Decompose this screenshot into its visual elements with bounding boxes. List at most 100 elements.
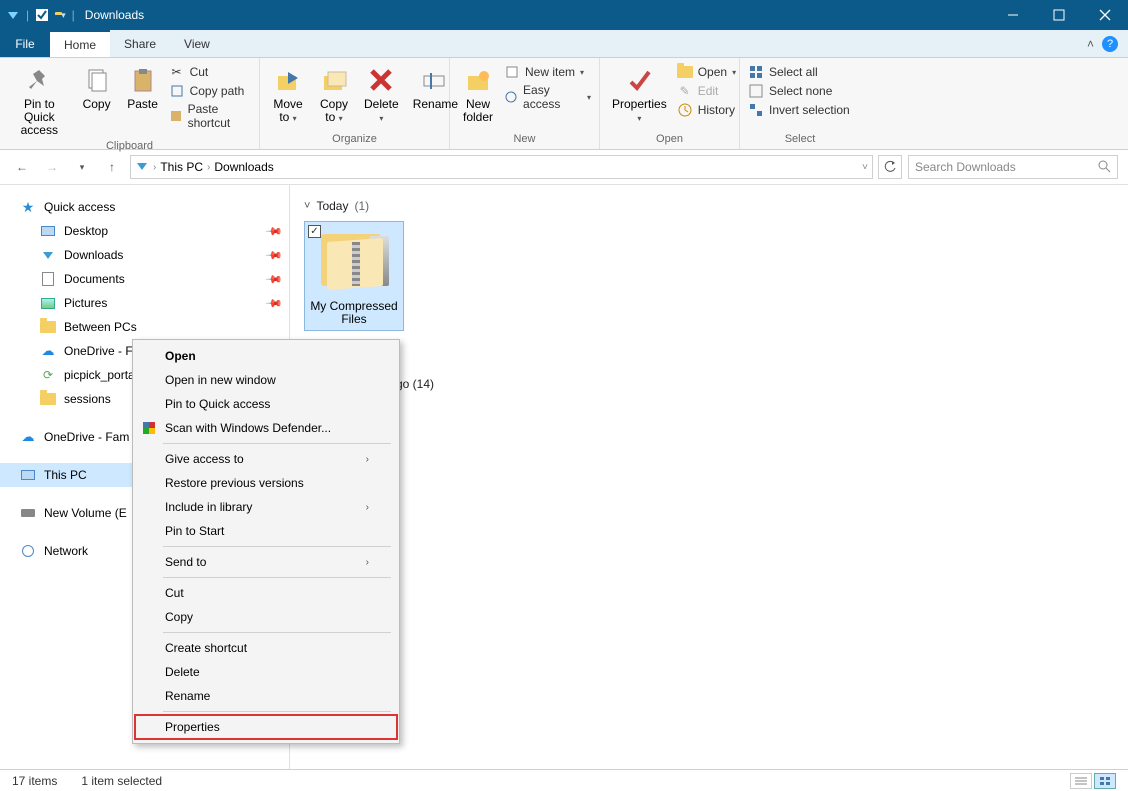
ctx-copy[interactable]: Copy: [135, 605, 397, 629]
ctx-pin-quick-access[interactable]: Pin to Quick access: [135, 392, 397, 416]
pin-to-quick-access-button[interactable]: Pin to Quick access: [8, 62, 71, 140]
group-select-label: Select: [748, 133, 852, 147]
cut-button[interactable]: ✂Cut: [169, 64, 251, 80]
folder-icon: [40, 391, 56, 407]
maximize-button[interactable]: [1036, 0, 1082, 30]
ctx-include-library[interactable]: Include in library›: [135, 495, 397, 519]
tab-view[interactable]: View: [170, 30, 224, 57]
down-arrow-icon: [135, 159, 149, 176]
ctx-restore-versions[interactable]: Restore previous versions: [135, 471, 397, 495]
search-placeholder: Search Downloads: [915, 160, 1016, 174]
recent-dropdown[interactable]: ▾: [70, 155, 94, 179]
invert-selection-button[interactable]: Invert selection: [748, 102, 850, 118]
view-large-icons-button[interactable]: [1094, 773, 1116, 789]
copy-button[interactable]: Copy: [77, 62, 117, 113]
nav-between-pcs[interactable]: Between PCs: [0, 315, 289, 339]
document-icon: [40, 271, 56, 287]
pin-icon: 📌: [265, 270, 284, 289]
monitor-icon: [40, 223, 56, 239]
ctx-give-access[interactable]: Give access to›: [135, 447, 397, 471]
ctx-separator: [163, 443, 391, 444]
ctx-rename[interactable]: Rename: [135, 684, 397, 708]
view-details-button[interactable]: [1070, 773, 1092, 789]
search-input[interactable]: Search Downloads: [908, 155, 1118, 179]
properties-button[interactable]: Properties ▾: [608, 62, 671, 126]
file-menu[interactable]: File: [0, 30, 50, 57]
ctx-separator: [163, 632, 391, 633]
group-earlier-header[interactable]: . go (14): [304, 377, 1114, 391]
cloud-icon: ☁: [20, 429, 36, 445]
close-button[interactable]: [1082, 0, 1128, 30]
tab-home[interactable]: Home: [50, 30, 110, 57]
chevron-right-icon: ›: [366, 502, 369, 513]
ctx-separator: [163, 577, 391, 578]
context-menu: Open Open in new window Pin to Quick acc…: [132, 339, 400, 744]
status-items: 17 items: [12, 774, 57, 788]
chevron-down-icon[interactable]: ˅: [862, 162, 868, 173]
ctx-open-new-window[interactable]: Open in new window: [135, 368, 397, 392]
back-button[interactable]: ←: [10, 155, 34, 179]
ctx-create-shortcut[interactable]: Create shortcut: [135, 636, 397, 660]
new-item-button[interactable]: New item ▾: [504, 64, 591, 80]
network-icon: [20, 543, 36, 559]
ctx-pin-start[interactable]: Pin to Start: [135, 519, 397, 543]
nav-quick-access[interactable]: ★Quick access: [0, 195, 289, 219]
nav-desktop[interactable]: Desktop📌: [0, 219, 289, 243]
chevron-right-icon: ›: [153, 162, 156, 173]
crumb-thispc[interactable]: This PC: [160, 160, 203, 174]
pin-icon: 📌: [265, 222, 284, 241]
forward-button[interactable]: →: [40, 155, 64, 179]
ctx-open[interactable]: Open: [135, 344, 397, 368]
qat-dropdown-icon[interactable]: ▾: [61, 10, 66, 21]
breadcrumb[interactable]: › This PC › Downloads ˅: [130, 155, 873, 179]
nav-documents[interactable]: Documents📌: [0, 267, 289, 291]
zip-folder-icon: [319, 226, 389, 296]
chevron-down-icon: ˅: [304, 200, 310, 212]
history-button[interactable]: History: [677, 102, 736, 118]
ctx-scan-defender[interactable]: Scan with Windows Defender...: [135, 416, 397, 440]
sync-icon: ⟳: [40, 367, 56, 383]
paste-button[interactable]: Paste: [123, 62, 163, 113]
drive-icon: [20, 505, 36, 521]
select-none-button[interactable]: Select none: [748, 83, 850, 99]
copy-path-button[interactable]: Copy path: [169, 83, 251, 99]
tab-share[interactable]: Share: [110, 30, 170, 57]
copy-to-button[interactable]: Copy to ▾: [314, 62, 354, 126]
cloud-icon: ☁: [40, 343, 56, 359]
down-arrow-icon[interactable]: [6, 8, 20, 22]
ctx-cut[interactable]: Cut: [135, 581, 397, 605]
ctx-send-to[interactable]: Send to›: [135, 550, 397, 574]
minimize-button[interactable]: [990, 0, 1036, 30]
nav-downloads[interactable]: Downloads📌: [0, 243, 289, 267]
down-arrow-icon: [40, 247, 56, 263]
ctx-properties[interactable]: Properties: [135, 715, 397, 739]
file-my-compressed[interactable]: ✓ My Compressed Files: [304, 221, 404, 331]
select-all-button[interactable]: Select all: [748, 64, 850, 80]
folder-icon: [40, 319, 56, 335]
nav-pictures[interactable]: Pictures📌: [0, 291, 289, 315]
qat-sep: |: [26, 8, 29, 22]
ribbon: Pin to Quick access Copy Paste ✂Cut Copy…: [0, 58, 1128, 150]
qat-check-icon[interactable]: [35, 8, 49, 22]
up-button[interactable]: ↑: [100, 155, 124, 179]
crumb-downloads[interactable]: Downloads: [214, 160, 273, 174]
move-to-button[interactable]: Move to ▾: [268, 62, 308, 126]
refresh-button[interactable]: [878, 155, 902, 179]
delete-button[interactable]: Delete ▾: [360, 62, 403, 126]
paste-shortcut-button[interactable]: Paste shortcut: [169, 102, 251, 130]
group-new-label: New: [458, 133, 591, 147]
collapse-ribbon-icon[interactable]: ˄: [1087, 37, 1094, 51]
help-icon[interactable]: ?: [1102, 36, 1118, 52]
pin-icon: 📌: [265, 246, 284, 265]
open-button[interactable]: Open ▾: [677, 64, 736, 80]
chevron-right-icon: ›: [366, 557, 369, 568]
status-selected: 1 item selected: [81, 774, 162, 788]
group-today-header[interactable]: ˅ Today (1): [304, 199, 1114, 213]
new-folder-button[interactable]: New folder: [458, 62, 498, 126]
menubar: File Home Share View ˄ ?: [0, 30, 1128, 58]
content-pane[interactable]: ˅ Today (1) ✓ My Compressed Files . go (…: [290, 185, 1128, 769]
edit-button[interactable]: ✎Edit: [677, 83, 736, 99]
easy-access-button[interactable]: Easy access ▾: [504, 83, 591, 111]
ctx-delete[interactable]: Delete: [135, 660, 397, 684]
group-open-label: Open: [608, 133, 731, 147]
